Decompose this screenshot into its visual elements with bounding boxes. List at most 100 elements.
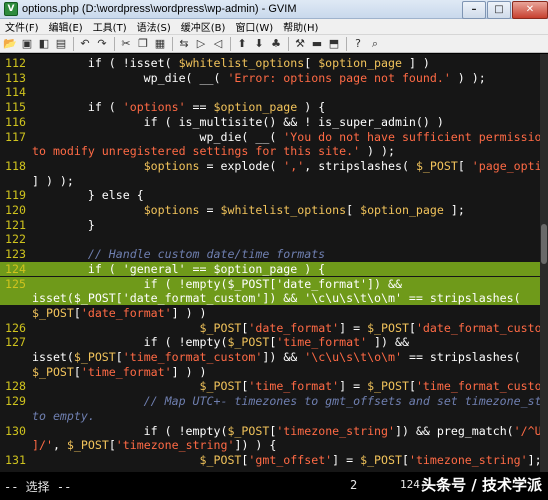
menu-item-1[interactable]: 编辑(E) <box>44 19 88 34</box>
load-session-icon[interactable]: ⬆ <box>235 37 249 51</box>
line-number: 125 <box>5 276 26 291</box>
code-token: $options <box>143 203 200 217</box>
code-line[interactable]: 115 if ( 'options' == $option_page ) { <box>0 100 540 114</box>
code-line[interactable]: 125 if ( !empty($_POST['date_format']) &… <box>0 276 540 291</box>
save-icon[interactable]: ▣ <box>20 37 34 51</box>
code-line[interactable]: 126 $_POST['date_format'] = $_POST['date… <box>0 320 548 335</box>
code-line[interactable]: 129 // Map UTC+- timezones to gmt_offset… <box>0 394 548 409</box>
window-title: options.php (D:\wordpress\wordpress\wp-a… <box>22 3 297 15</box>
copy-icon[interactable]: ❐ <box>136 37 150 51</box>
open-icon[interactable]: 📂 <box>3 37 17 51</box>
code-token: ] = <box>339 320 368 335</box>
run-script-icon[interactable]: ♣ <box>269 37 283 51</box>
code-token: to modify unregistered settings for this… <box>32 144 361 159</box>
code-token: ] = <box>332 452 361 467</box>
code-token: 'gmt_offset' <box>248 452 333 467</box>
vim-app-icon: V <box>4 2 18 16</box>
close-button[interactable]: ✕ <box>512 1 548 19</box>
undo-icon[interactable]: ↶ <box>78 37 92 51</box>
code-token: ] ) ) <box>171 364 207 379</box>
code-line-continuation[interactable]: ] ) ); <box>0 174 540 188</box>
code-token: ]; <box>443 203 465 217</box>
code-line[interactable]: 118 $options = explode( ',', stripslashe… <box>0 158 548 173</box>
toolbar-separator <box>346 36 347 51</box>
code-token: , stripslashes( <box>304 158 416 173</box>
cut-icon[interactable]: ✂ <box>119 37 133 51</box>
code-line-continuation[interactable]: ]/', $_POST['timezone_string']) ) { <box>0 438 540 452</box>
menu-item-0[interactable]: 文件(F) <box>0 19 44 34</box>
code-token: // Map UTC+- timezones to gmt_offsets an… <box>32 394 548 409</box>
code-line[interactable]: 127 if ( !empty($_POST['time_format' ]) … <box>0 335 540 349</box>
line-number: 126 <box>5 320 26 335</box>
code-line[interactable]: 123 // Handle custom date/time formats <box>0 247 540 261</box>
code-line[interactable]: 119 } else { <box>0 188 540 202</box>
code-token: $_POST <box>367 320 409 335</box>
menu-item-6[interactable]: 帮助(H) <box>278 19 323 34</box>
redo-icon[interactable]: ↷ <box>95 37 109 51</box>
tags-icon[interactable]: ⬒ <box>327 37 341 51</box>
code-line[interactable]: 121 } <box>0 218 540 232</box>
code-line[interactable]: 120 $options = $whitelist_options[ $opti… <box>0 203 540 217</box>
replace-icon[interactable]: ⇆ <box>177 37 191 51</box>
menu-item-3[interactable]: 语法(S) <box>132 19 176 34</box>
line-number: 127 <box>5 335 26 350</box>
find-next-icon[interactable]: ▷ <box>194 37 208 51</box>
code-token: $whitelist_options <box>178 56 305 70</box>
toolbar: 📂 ▣ ◧ ▤ ↶ ↷ ✂ ❐ ▦ ⇆ ▷ ◁ ⬆ ⬇ ♣ ⚒ ▬ ⬒? ⌕ <box>0 35 548 53</box>
code-line-continuation[interactable]: isset($_POST['time_format_custom']) && '… <box>0 350 540 364</box>
code-token: $_POST <box>360 452 402 467</box>
code-line-continuation[interactable]: isset($_POST['date_format_custom']) && '… <box>0 291 540 306</box>
code-token: [ <box>346 203 361 217</box>
code-token: $_POST <box>199 379 242 394</box>
toolbar-separator <box>114 36 115 51</box>
code-token: 'date_format' <box>80 305 172 320</box>
menu-item-2[interactable]: 工具(T) <box>88 19 132 34</box>
paste-icon[interactable]: ▦ <box>153 37 167 51</box>
code-token: 'page_options' <box>471 158 548 173</box>
code-line[interactable]: 131 $_POST['gmt_offset'] = $_POST['timez… <box>0 452 542 467</box>
print-icon[interactable]: ▤ <box>54 37 68 51</box>
code-token: $_POST <box>199 452 242 467</box>
code-line-continuation[interactable]: $_POST['time_format'] ) ) <box>0 365 540 379</box>
line-number: 124 <box>5 261 26 276</box>
code-line[interactable]: 117 wp_die( __( 'You do not have suffici… <box>0 130 548 144</box>
code-line[interactable]: 122 <box>0 232 540 246</box>
line-number: 131 <box>5 452 26 467</box>
editor-buffer[interactable]: 112 if ( !isset( $whitelist_options[ $op… <box>0 54 548 472</box>
code-text: $options = $whitelist_options[ $option_p… <box>32 203 465 217</box>
code-line[interactable]: 124 if ( 'general' == $option_page ) { <box>0 261 540 276</box>
code-token: 'time_format_custom' <box>415 379 548 394</box>
code-line[interactable]: 113 wp_die( __( 'Error: options page not… <box>0 71 540 85</box>
code-token: } <box>32 217 95 232</box>
code-line[interactable]: 116 if ( is_multisite() && ! is_super_ad… <box>0 115 540 129</box>
code-token: $option_page <box>318 56 402 70</box>
code-token: ]) && <box>262 350 305 364</box>
code-line-continuation[interactable]: to modify unregistered settings for this… <box>0 144 540 158</box>
code-text: to empty. <box>32 409 95 423</box>
help-icon[interactable]: ? <box>351 37 365 51</box>
code-line[interactable]: 114 <box>0 85 540 99</box>
minimize-button[interactable]: – <box>462 1 486 19</box>
code-token: isset( <box>32 350 74 364</box>
find-help-icon[interactable]: ⌕ <box>368 37 382 51</box>
code-line[interactable]: 128 $_POST['time_format'] = $_POST['time… <box>0 379 548 394</box>
menu-item-4[interactable]: 缓冲区(B) <box>176 19 231 34</box>
code-line[interactable]: 130 if ( !empty($_POST['timezone_string'… <box>0 424 548 438</box>
code-line[interactable]: 112 if ( !isset( $whitelist_options[ $op… <box>0 56 540 70</box>
find-prev-icon[interactable]: ◁ <box>211 37 225 51</box>
shell-icon[interactable]: ▬ <box>310 37 324 51</box>
save-all-icon[interactable]: ◧ <box>37 37 51 51</box>
watermark: 头条号 / 技术学派 <box>421 476 542 494</box>
vertical-scrollbar[interactable] <box>540 54 548 472</box>
scrollbar-thumb[interactable] <box>541 224 547 264</box>
code-token: ]) ) { <box>234 438 277 453</box>
code-line-continuation[interactable]: $_POST['date_format'] ) ) <box>0 306 540 320</box>
line-number: 129 <box>5 394 26 409</box>
menu-item-5[interactable]: 窗口(W) <box>230 19 278 34</box>
make-icon[interactable]: ⚒ <box>293 37 307 51</box>
save-session-icon[interactable]: ⬇ <box>252 37 266 51</box>
maximize-button[interactable]: □ <box>487 1 511 19</box>
code-line-continuation[interactable]: to empty. <box>0 409 540 423</box>
